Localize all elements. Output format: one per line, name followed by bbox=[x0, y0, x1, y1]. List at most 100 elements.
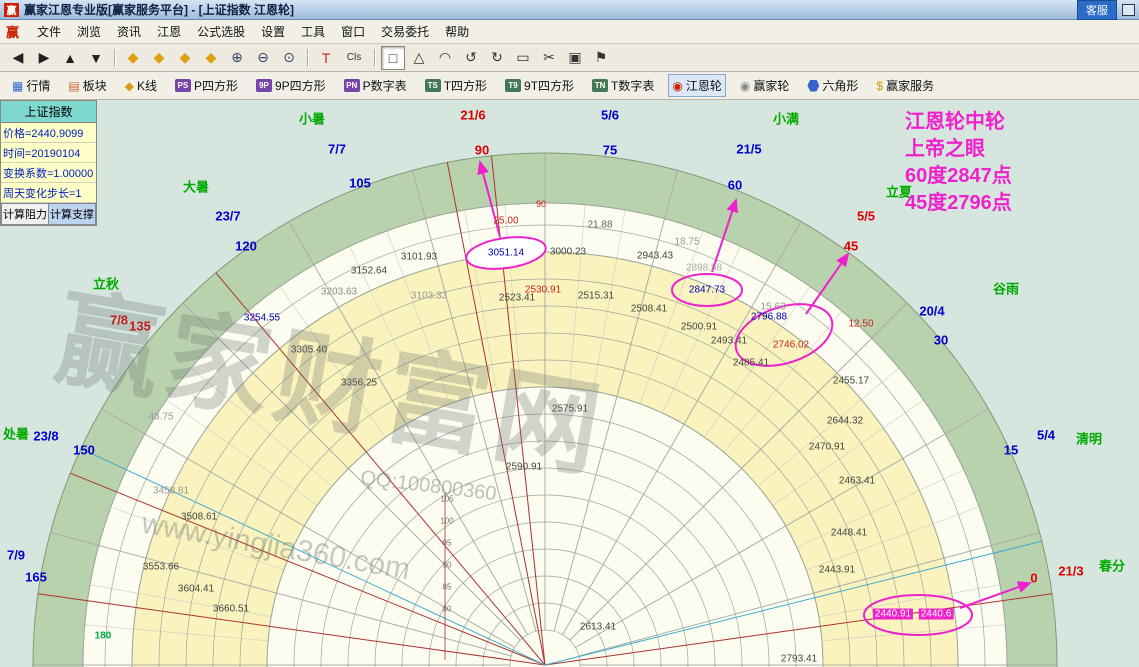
value-label: 2440.91 bbox=[872, 608, 914, 620]
wave-tool-3-icon[interactable]: ◆ bbox=[173, 46, 197, 70]
degree-label: 105 bbox=[349, 175, 371, 191]
value-label: 2515.31 bbox=[577, 290, 615, 302]
degree-label: 180 bbox=[94, 630, 112, 642]
rotate-left-icon[interactable]: ↺ bbox=[459, 46, 483, 70]
view-gann-wheel[interactable]: ◉ 江恩轮 bbox=[668, 74, 726, 97]
value-label: 2508.41 bbox=[630, 303, 668, 315]
nav-forward-icon[interactable]: ▶ bbox=[32, 46, 56, 70]
date-label: 21/6 bbox=[460, 107, 486, 123]
winner-wheel-label: 赢家轮 bbox=[753, 79, 790, 93]
menu-item-公式选股[interactable]: 公式选股 bbox=[189, 21, 253, 42]
view-t-table[interactable]: TN T数字表 bbox=[588, 74, 658, 97]
9p-square-icon: 9P bbox=[255, 79, 272, 92]
wave-tool-2-icon[interactable]: ◆ bbox=[147, 46, 171, 70]
view-9p-square[interactable]: 9P 9P四方形 bbox=[252, 74, 330, 97]
value-label: 2470.91 bbox=[808, 441, 846, 453]
cut-tool-icon[interactable]: ✂ bbox=[537, 46, 561, 70]
value-label: 2898.58 bbox=[685, 262, 723, 274]
cls-button[interactable]: Cls bbox=[340, 46, 368, 70]
kline-icon: ◆ bbox=[124, 78, 134, 93]
menu-item-江恩[interactable]: 江恩 bbox=[149, 21, 189, 42]
menu-item-帮助[interactable]: 帮助 bbox=[437, 21, 477, 42]
value-label: 3051.14 bbox=[487, 247, 525, 259]
date-label: 大暑 bbox=[182, 179, 210, 195]
menu-item-资讯[interactable]: 资讯 bbox=[109, 21, 149, 42]
value-label: 2613.41 bbox=[579, 621, 617, 633]
menu-item-交易委托[interactable]: 交易委托 bbox=[373, 21, 437, 42]
winner-wheel-icon: ◉ bbox=[739, 78, 751, 93]
capture-tool-icon[interactable]: ▣ bbox=[563, 46, 587, 70]
value-label: 3203.63 bbox=[320, 286, 358, 298]
zoom-in-icon[interactable]: ⊕ bbox=[225, 46, 249, 70]
view-service[interactable]: $ 赢家服务 bbox=[872, 74, 938, 97]
panel-field: 变换系数=1.00000 bbox=[1, 163, 96, 183]
view-t-square[interactable]: TS T四方形 bbox=[421, 74, 491, 97]
panel-field: 价格=2440.9099 bbox=[1, 123, 96, 143]
annotation-line: 江恩轮中轮 bbox=[905, 111, 1005, 133]
menu-item-工具[interactable]: 工具 bbox=[293, 21, 333, 42]
date-label: 20/4 bbox=[919, 303, 945, 319]
toolbar-separator bbox=[374, 48, 375, 67]
view-winner-wheel[interactable]: ◉ 赢家轮 bbox=[736, 74, 794, 97]
flag-tool-icon[interactable]: ⚑ bbox=[589, 46, 613, 70]
zoom-out-icon[interactable]: ⊖ bbox=[251, 46, 275, 70]
menu-item-文件[interactable]: 文件 bbox=[29, 21, 69, 42]
menu-item-设置[interactable]: 设置 bbox=[253, 21, 293, 42]
value-label: 3604.41 bbox=[177, 583, 215, 595]
calc-support-button[interactable]: 计算支撑 bbox=[49, 203, 96, 225]
rect-tool-icon[interactable]: □ bbox=[381, 45, 405, 70]
view-market[interactable]: ▦ 行情 bbox=[8, 74, 54, 97]
nav-up-icon[interactable]: ▲ bbox=[58, 46, 82, 70]
date-label: 小暑 bbox=[298, 111, 326, 127]
value-label: 2500.91 bbox=[680, 321, 718, 333]
date-label: 7/7 bbox=[327, 141, 347, 157]
service-button[interactable]: 客服 bbox=[1077, 0, 1117, 20]
chart-area: 90 75 105 60 120 45 135 30 150 15 165 0 180 21/6 5/6 小暑… bbox=[0, 100, 1139, 667]
view-p-table[interactable]: PN P数字表 bbox=[340, 74, 411, 97]
value-label: 2793.41 bbox=[780, 653, 818, 665]
value-label: 3254.55 bbox=[243, 312, 281, 324]
date-label: 处暑 bbox=[2, 426, 30, 442]
tick-label: 105 bbox=[440, 494, 454, 504]
view-sectors[interactable]: ▤ 板块 bbox=[64, 74, 110, 97]
date-label: 23/7 bbox=[215, 208, 241, 224]
value-label: 3508.61 bbox=[180, 511, 218, 523]
date-label: 清明 bbox=[1075, 431, 1103, 447]
menu-items: 文件 浏览 资讯 江恩 公式选股 设置 工具 窗口 交易委托 帮助 bbox=[29, 21, 477, 42]
value-label: 2746.02 bbox=[772, 339, 810, 351]
view-hexagon[interactable]: 六角形 bbox=[803, 74, 862, 97]
panel-rows: 价格=2440.9099 时间=20190104 变换系数=1.00000 周天变化步… bbox=[1, 123, 96, 203]
view-p-square[interactable]: PS P四方形 bbox=[171, 74, 242, 97]
t-square-label: T四方形 bbox=[443, 79, 488, 93]
value-label: 2943.43 bbox=[636, 250, 674, 262]
date-label: 立秋 bbox=[92, 276, 120, 292]
date-label: 小满 bbox=[772, 111, 800, 127]
date-label: 5/6 bbox=[600, 107, 620, 123]
menu-item-窗口[interactable]: 窗口 bbox=[333, 21, 373, 42]
wave-tool-1-icon[interactable]: ◆ bbox=[121, 46, 145, 70]
view-9t-square[interactable]: T9 9T四方形 bbox=[501, 74, 578, 97]
value-label: 12.50 bbox=[848, 318, 874, 330]
calc-resistance-button[interactable]: 计算阻力 bbox=[1, 203, 49, 225]
nav-down-icon[interactable]: ▼ bbox=[84, 46, 108, 70]
eraser-tool-icon[interactable]: ▭ bbox=[511, 46, 535, 70]
sectors-icon: ▤ bbox=[68, 78, 80, 93]
value-label: 18.75 bbox=[674, 236, 700, 248]
degree-label: 165 bbox=[25, 569, 47, 585]
wave-tool-4-icon[interactable]: ◆ bbox=[199, 46, 223, 70]
text-tool-icon[interactable]: T bbox=[314, 46, 338, 70]
date-label: 23/8 bbox=[33, 428, 59, 444]
value-label: 3458.81 bbox=[152, 485, 190, 497]
window-title: 赢家江恩专业版[赢家服务平台] - [上证指数 江恩轮] bbox=[24, 3, 294, 17]
degree-label: 0 bbox=[1030, 570, 1038, 586]
view-kline[interactable]: ◆ K线 bbox=[121, 74, 161, 97]
arc-tool-icon[interactable]: ◠ bbox=[433, 46, 457, 70]
value-label: 2443.91 bbox=[818, 564, 856, 576]
triangle-tool-icon[interactable]: △ bbox=[407, 46, 431, 70]
tick-label: 100 bbox=[440, 516, 454, 526]
menu-item-浏览[interactable]: 浏览 bbox=[69, 21, 109, 42]
zoom-fit-icon[interactable]: ⊙ bbox=[277, 46, 301, 70]
nav-back-icon[interactable]: ◀ bbox=[6, 46, 30, 70]
rotate-right-icon[interactable]: ↻ bbox=[485, 46, 509, 70]
restore-icon[interactable] bbox=[1122, 3, 1135, 16]
